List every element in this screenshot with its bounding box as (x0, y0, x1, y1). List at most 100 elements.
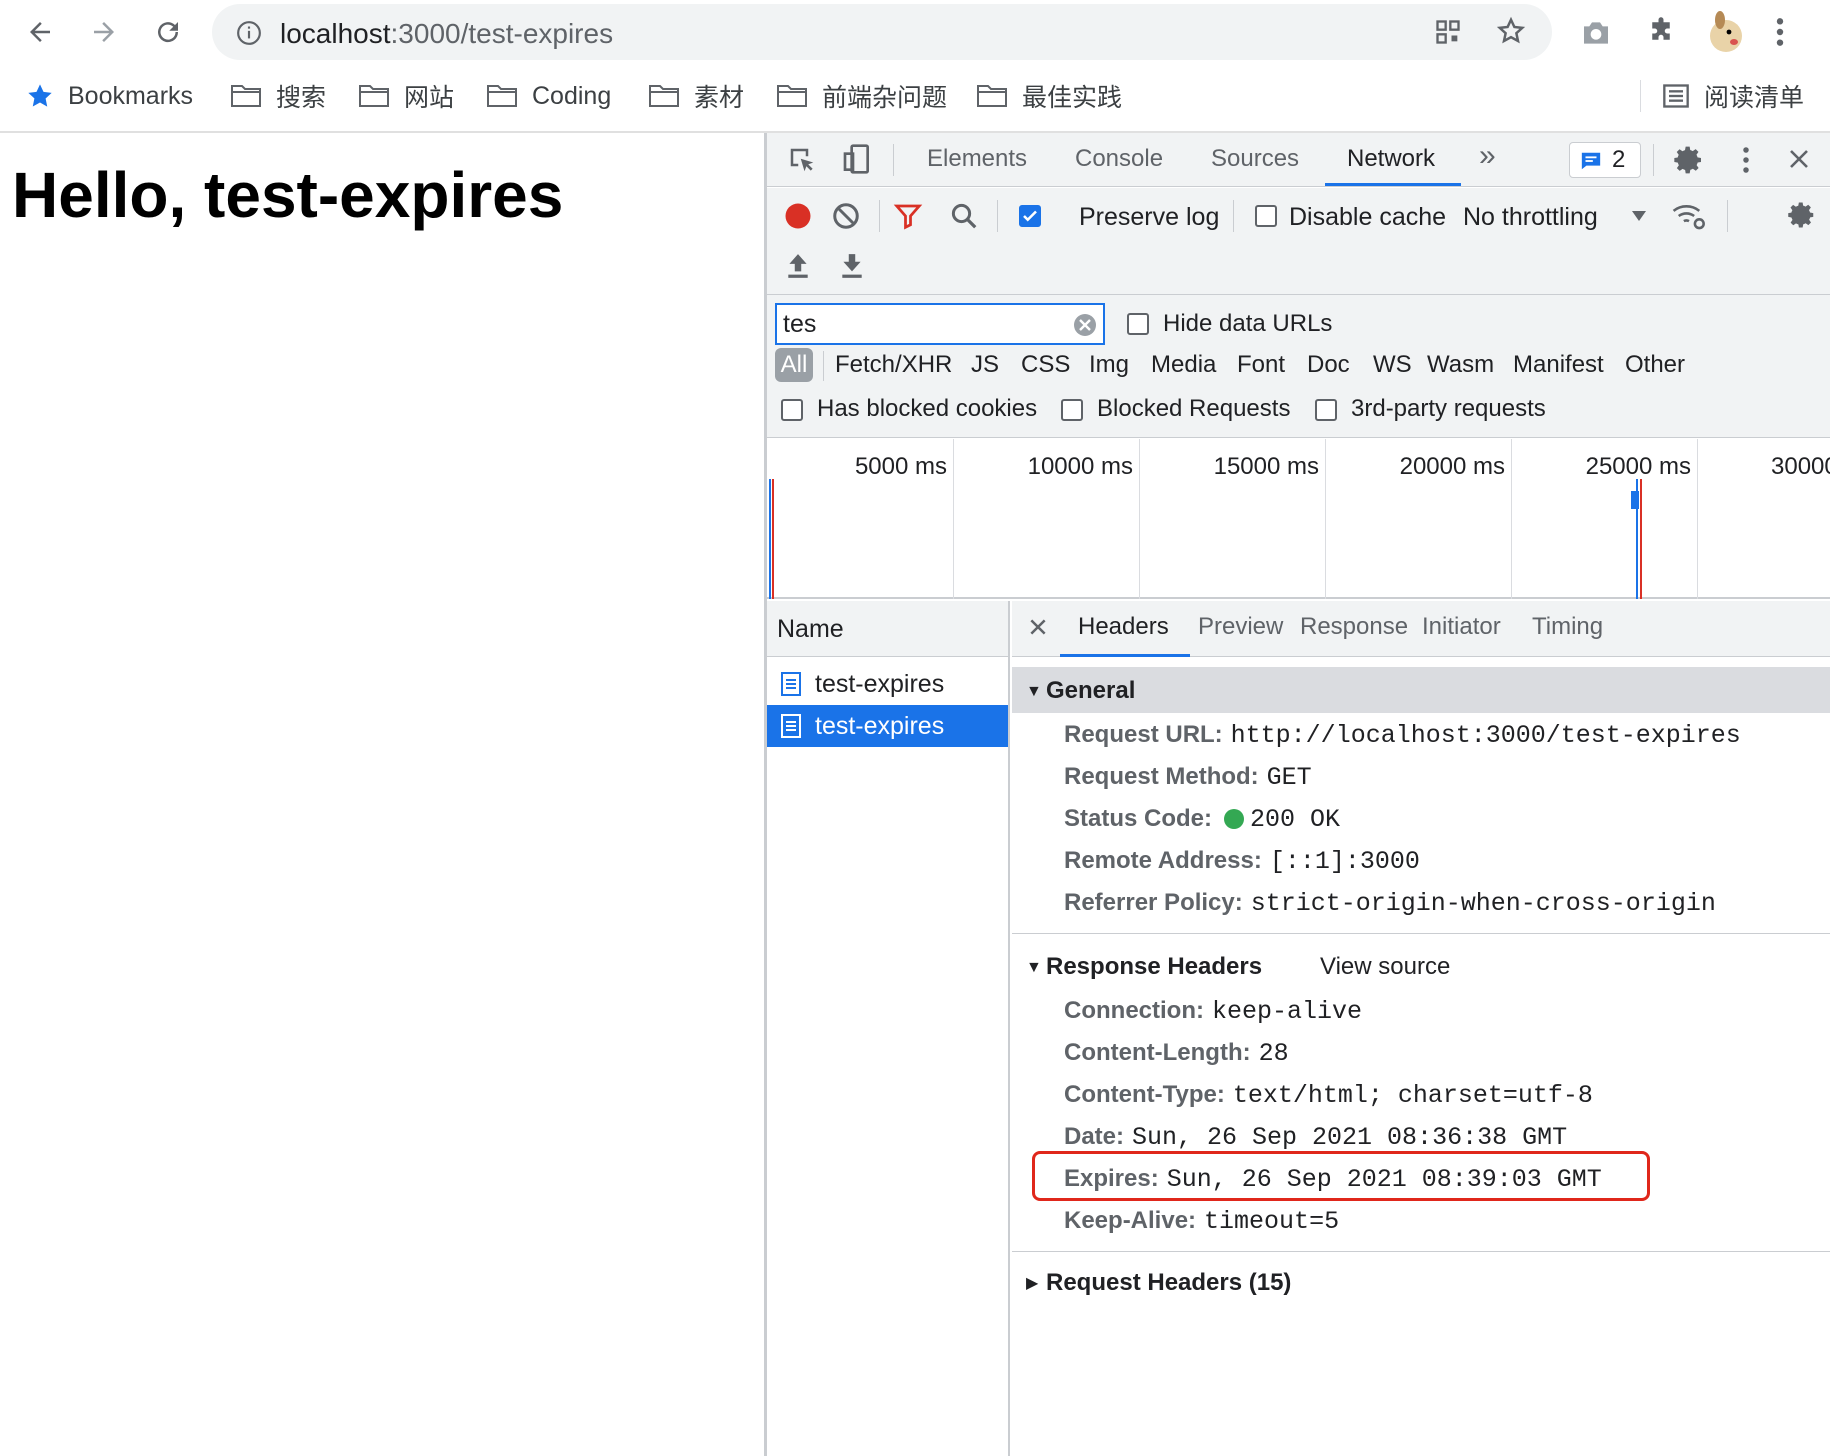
reload-button[interactable] (148, 12, 188, 52)
close-detail-icon[interactable] (1028, 617, 1048, 637)
settings-gear-icon[interactable] (1673, 144, 1705, 176)
request-row[interactable]: test-expires (767, 663, 1008, 705)
type-filter-all[interactable]: All (775, 348, 813, 382)
active-tab-indicator (1325, 183, 1461, 186)
general-section-header[interactable]: ▼ General (1012, 667, 1830, 713)
header-row: Request URL: http://localhost:3000/test-e… (1064, 721, 1741, 750)
type-filter-media[interactable]: Media (1151, 351, 1216, 379)
info-icon[interactable] (236, 20, 262, 46)
qr-code-icon[interactable] (1434, 18, 1462, 46)
header-key: Request Method: (1064, 763, 1259, 790)
toolbar-divider (997, 200, 998, 232)
record-icon[interactable] (783, 201, 813, 231)
type-filter-wasm[interactable]: Wasm (1427, 351, 1494, 379)
star-icon[interactable] (1496, 16, 1526, 46)
network-overview-timeline[interactable]: 5000 ms 10000 ms 15000 ms 20000 ms 25000… (767, 439, 1830, 599)
has-blocked-cookies-checkbox[interactable] (781, 399, 803, 421)
bookmark-folder-assets[interactable]: 素材 (648, 78, 744, 114)
type-filter-doc[interactable]: Doc (1307, 351, 1350, 379)
type-filter-font[interactable]: Font (1237, 351, 1285, 379)
issues-badge[interactable]: 2 (1569, 142, 1641, 178)
toolbar-divider (1653, 144, 1654, 176)
type-filter-manifest[interactable]: Manifest (1513, 351, 1604, 379)
toolbar-divider (1233, 200, 1234, 232)
tab-initiator[interactable]: Initiator (1422, 613, 1501, 641)
status-ok-dot-icon (1224, 809, 1244, 829)
name-column-header[interactable]: Name (767, 601, 1008, 657)
header-row: Content-Length: 28 (1064, 1039, 1289, 1068)
tab-headers[interactable]: Headers (1078, 613, 1169, 641)
browser-chrome: localhost:3000/test-expires Bookmarks 搜索… (0, 0, 1830, 133)
header-value: keep-alive (1211, 997, 1363, 1026)
network-settings-gear-icon[interactable] (1787, 200, 1817, 230)
reading-list-button[interactable]: 阅读清单 (1662, 78, 1804, 114)
filter-input[interactable] (775, 303, 1105, 345)
tick-label: 30000 ms (1771, 453, 1830, 480)
checkmark-icon (1023, 210, 1037, 222)
more-tabs-button[interactable]: » (1479, 139, 1496, 173)
bookmark-folder-frontend[interactable]: 前端杂问题 (776, 78, 947, 114)
inspect-element-icon[interactable] (787, 145, 817, 175)
header-value: [::1]:3000 (1269, 847, 1420, 876)
back-button[interactable] (20, 12, 60, 52)
header-row: Date: Sun, 26 Sep 2021 08:36:38 GMT (1064, 1123, 1567, 1152)
tab-elements[interactable]: Elements (927, 145, 1027, 173)
response-headers-section-header[interactable]: ▼ Response Headers View source (1012, 943, 1830, 989)
tab-network[interactable]: Network (1347, 145, 1435, 173)
tab-preview[interactable]: Preview (1198, 613, 1283, 641)
preserve-log-checkbox[interactable] (1019, 205, 1041, 227)
close-devtools-icon[interactable] (1787, 147, 1811, 171)
export-har-icon[interactable] (839, 252, 865, 280)
bookmark-label: 搜索 (276, 84, 327, 112)
bookmarks-star-item[interactable]: Bookmarks (26, 78, 193, 114)
type-filter-other[interactable]: Other (1625, 351, 1685, 379)
clear-icon[interactable] (831, 201, 861, 231)
reading-list-icon (1663, 84, 1689, 108)
type-filter-js[interactable]: JS (971, 351, 999, 379)
clear-filter-icon[interactable] (1073, 313, 1097, 337)
tick-gridline (1325, 439, 1326, 599)
bookmark-folder-best-practices[interactable]: 最佳实践 (976, 78, 1122, 114)
header-value: text/html; charset=utf-8 (1232, 1081, 1593, 1110)
hide-data-urls-label: Hide data URLs (1163, 310, 1333, 337)
disable-cache-label: Disable cache (1289, 203, 1447, 231)
forward-arrow-icon (94, 22, 114, 42)
folder-icon (231, 85, 261, 107)
collapse-triangle-icon: ▼ (1026, 959, 1042, 976)
camera-icon[interactable] (1580, 18, 1612, 48)
type-filter-ws[interactable]: WS (1373, 351, 1412, 379)
request-headers-section-header[interactable]: ▶ Request Headers (15) (1012, 1259, 1830, 1305)
devtools-menu-icon[interactable] (1741, 145, 1751, 175)
dropdown-caret-icon[interactable] (1631, 210, 1647, 222)
network-conditions-icon[interactable] (1671, 200, 1707, 232)
address-bar[interactable]: localhost:3000/test-expires (212, 4, 1552, 60)
filter-funnel-icon[interactable] (893, 201, 923, 231)
third-party-requests-checkbox[interactable] (1315, 399, 1337, 421)
search-icon[interactable] (949, 201, 979, 231)
bookmark-folder-coding[interactable]: Coding (486, 78, 611, 114)
device-toolbar-icon[interactable] (841, 143, 873, 175)
blocked-requests-checkbox[interactable] (1061, 399, 1083, 421)
type-filter-img[interactable]: Img (1089, 351, 1129, 379)
import-har-icon[interactable] (785, 252, 811, 280)
tab-console[interactable]: Console (1075, 145, 1163, 173)
forward-button[interactable] (84, 12, 124, 52)
type-filter-fetch-xhr[interactable]: Fetch/XHR (835, 351, 952, 379)
bookmark-folder-search[interactable]: 搜索 (230, 78, 326, 114)
collapse-triangle-icon: ▼ (1026, 683, 1042, 700)
profile-avatar-icon[interactable] (1704, 10, 1748, 54)
extensions-puzzle-icon[interactable] (1646, 16, 1676, 46)
tab-response[interactable]: Response (1300, 613, 1408, 641)
view-source-link[interactable]: View source (1320, 953, 1450, 981)
disable-cache-checkbox[interactable] (1255, 205, 1277, 227)
bookmark-folder-sites[interactable]: 网站 (358, 78, 454, 114)
throttling-select[interactable]: No throttling (1463, 203, 1598, 232)
request-row-selected[interactable]: test-expires (767, 705, 1008, 747)
tab-sources[interactable]: Sources (1211, 145, 1299, 173)
header-key: Date: (1064, 1123, 1125, 1150)
hide-data-urls-checkbox[interactable] (1127, 313, 1149, 335)
header-value: http://localhost:3000/test-expires (1230, 721, 1741, 750)
menu-kebab-icon[interactable] (1774, 16, 1786, 48)
tab-timing[interactable]: Timing (1532, 613, 1603, 641)
type-filter-css[interactable]: CSS (1021, 351, 1070, 379)
